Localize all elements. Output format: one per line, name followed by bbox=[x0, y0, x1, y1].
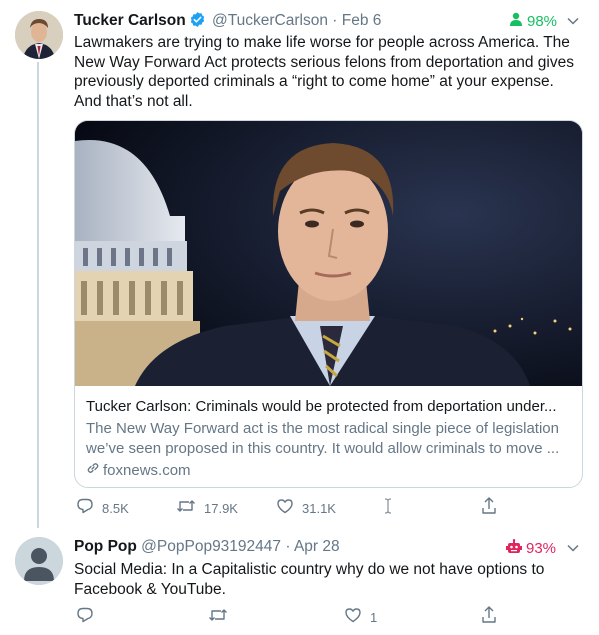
card-body: Tucker Carlson: Criminals would be prote… bbox=[86, 398, 576, 479]
reply-button[interactable]: 8.5K bbox=[76, 497, 129, 520]
card-description-line: we’ve seen proposed in this country. It … bbox=[86, 439, 560, 457]
like-count: 31.1K bbox=[302, 501, 336, 516]
reply-icon bbox=[76, 606, 94, 629]
card-description: The New Way Forward act is the most radi… bbox=[86, 419, 576, 458]
author-name[interactable]: Pop Pop bbox=[74, 538, 137, 555]
tweet-header: Pop Pop @PopPop93192447 · Apr 28 bbox=[74, 538, 340, 556]
like-button[interactable]: 31.1K bbox=[276, 497, 336, 520]
like-button[interactable]: 1 bbox=[344, 606, 377, 629]
link-icon bbox=[86, 461, 100, 479]
share-button[interactable] bbox=[480, 605, 498, 630]
tweet-text-line: Lawmakers are trying to make life worse … bbox=[74, 34, 570, 51]
retweet-count: 17.9K bbox=[204, 501, 238, 516]
retweet-button[interactable]: 17.9K bbox=[176, 497, 238, 520]
card-image[interactable] bbox=[75, 121, 582, 386]
reply-count: 8.5K bbox=[102, 501, 129, 516]
reply-icon bbox=[76, 497, 94, 520]
tweet-text-line: Social Media: In a Capitalistic country … bbox=[74, 561, 545, 578]
share-icon bbox=[480, 496, 498, 521]
share-icon bbox=[480, 605, 498, 630]
thread-line bbox=[37, 62, 39, 528]
chevron-down-icon[interactable] bbox=[566, 541, 580, 560]
verified-icon bbox=[189, 11, 206, 33]
tweet-text-line: And that’s not all. bbox=[74, 92, 193, 110]
retweet-icon bbox=[208, 606, 228, 629]
card-domain: foxnews.com bbox=[103, 461, 191, 479]
text-cursor-icon bbox=[382, 497, 394, 515]
avatar-poppop[interactable] bbox=[15, 537, 63, 585]
card-title[interactable]: Tucker Carlson: Criminals would be prote… bbox=[86, 398, 576, 415]
score-value: 93% bbox=[526, 540, 557, 557]
like-count: 1 bbox=[370, 610, 378, 625]
tweet-header: Tucker Carlson @TuckerCarlson · Feb 6 bbox=[74, 11, 381, 33]
card-link[interactable]: foxnews.com bbox=[86, 461, 576, 479]
tweet-date[interactable]: Apr 28 bbox=[294, 538, 340, 555]
chevron-down-icon[interactable] bbox=[566, 14, 580, 33]
author-handle[interactable]: @PopPop93192447 bbox=[141, 538, 281, 555]
separator-dot: · bbox=[285, 538, 291, 555]
tweet-text: Social Media: In a Capitalistic country … bbox=[74, 560, 584, 599]
person-icon bbox=[509, 12, 523, 30]
card-description-line: The New Way Forward act is the most radi… bbox=[86, 420, 559, 437]
score-badge: 93% bbox=[506, 539, 556, 558]
separator-dot: · bbox=[332, 12, 338, 29]
heart-icon bbox=[344, 606, 362, 629]
tweet-text-line: Facebook & YouTube. bbox=[74, 580, 226, 598]
tweet-text-line: New Way Forward Act protects serious fel… bbox=[74, 53, 574, 71]
reply-button[interactable] bbox=[76, 606, 94, 629]
tweet-text: Lawmakers are trying to make life worse … bbox=[74, 33, 584, 111]
robot-icon bbox=[506, 539, 522, 558]
retweet-button[interactable] bbox=[208, 606, 228, 629]
retweet-icon bbox=[176, 497, 196, 520]
share-button[interactable] bbox=[480, 496, 498, 521]
tweet-text-line: previously deported criminals a “right t… bbox=[74, 73, 554, 90]
author-handle[interactable]: @TuckerCarlson bbox=[212, 12, 328, 29]
link-card[interactable]: Tucker Carlson: Criminals would be prote… bbox=[74, 120, 583, 488]
author-name[interactable]: Tucker Carlson bbox=[74, 12, 186, 29]
avatar-tucker[interactable] bbox=[15, 11, 63, 59]
heart-icon bbox=[276, 497, 294, 520]
score-badge: 98% bbox=[509, 12, 557, 30]
tweet-date[interactable]: Feb 6 bbox=[342, 12, 382, 29]
score-value: 98% bbox=[527, 12, 558, 30]
